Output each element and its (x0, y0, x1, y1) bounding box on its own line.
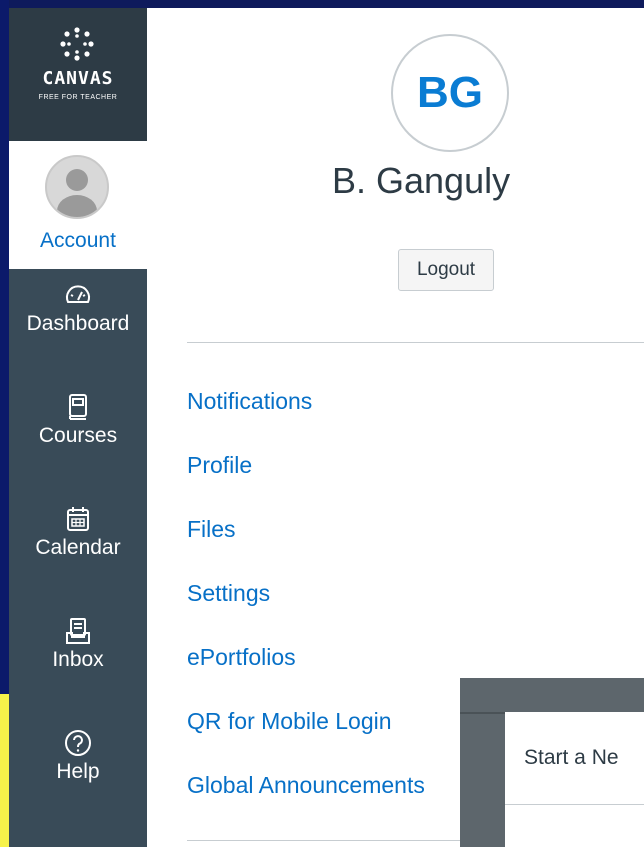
modal-title: Start a Ne (524, 746, 619, 769)
canvas-logo[interactable]: CANVAS FREE FOR TEACHER (9, 8, 147, 141)
left-edge-highlight (0, 694, 9, 847)
calendar-icon (67, 507, 89, 531)
help-icon (65, 730, 91, 756)
link-files[interactable]: Files (187, 516, 236, 543)
nav-item-label: Inbox (52, 648, 104, 671)
link-notifications[interactable]: Notifications (187, 388, 312, 415)
link-qr-mobile-login[interactable]: QR for Mobile Login (187, 708, 392, 735)
brand-name: CANVAS (42, 68, 114, 89)
link-settings[interactable]: Settings (187, 580, 270, 607)
nav-item-label: Courses (38, 424, 118, 447)
user-silhouette-icon (57, 169, 97, 217)
user-name: B. Ganguly (332, 160, 511, 201)
brand-subtitle: FREE FOR TEACHER (38, 94, 118, 101)
nav-item-inbox[interactable]: Inbox (9, 616, 147, 672)
nav-item-label: Account (40, 229, 116, 252)
nav-item-account[interactable]: Account (9, 141, 147, 269)
avatar (45, 155, 109, 219)
modal-divider (505, 804, 644, 805)
nav-item-label: Calendar (35, 536, 121, 559)
nav-item-courses[interactable]: Courses (9, 392, 147, 448)
inbox-icon (66, 618, 90, 644)
nav-item-label: Dashboard (26, 312, 130, 335)
link-profile[interactable]: Profile (187, 452, 252, 479)
link-eportfolios[interactable]: ePortfolios (187, 644, 296, 671)
canvas-logo-icon (60, 27, 94, 61)
profile-avatar[interactable]: BG (391, 34, 509, 152)
modal-dialog: Start a Ne (505, 712, 644, 847)
nav-item-calendar[interactable]: Calendar (9, 504, 147, 560)
nav-item-dashboard[interactable]: Dashboard (9, 280, 147, 336)
courses-icon (69, 394, 87, 420)
divider (187, 342, 644, 343)
nav-item-label: Help (56, 760, 100, 783)
global-nav: CANVAS FREE FOR TEACHER Account Dashboar… (9, 8, 147, 847)
logout-button[interactable]: Logout (398, 249, 494, 291)
nav-item-help[interactable]: Help (9, 728, 147, 784)
dashboard-icon (66, 285, 90, 303)
link-global-announcements[interactable]: Global Announcements (187, 772, 425, 799)
